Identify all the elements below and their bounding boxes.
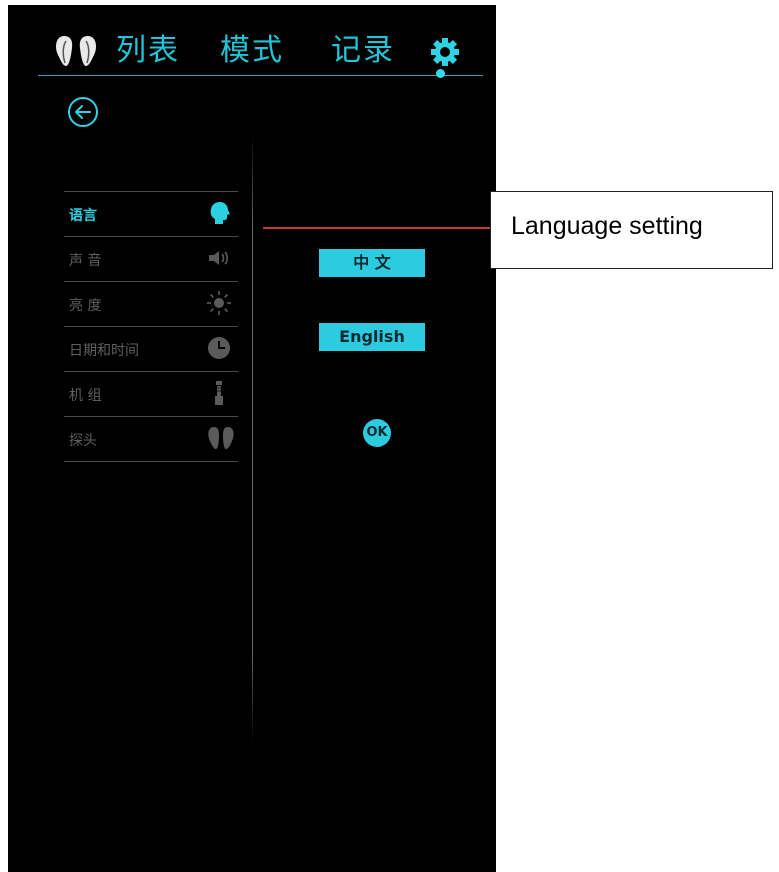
menu-item-sound[interactable]: 声 音 [64, 236, 238, 281]
tab-records[interactable]: 记录 [331, 31, 395, 71]
menu-item-unit[interactable]: 机 组 [64, 371, 238, 416]
menu-item-brightness[interactable]: 亮 度 [64, 281, 238, 326]
clock-icon [208, 337, 230, 359]
menu-item-label: 日期和时间 [69, 343, 139, 359]
gear-icon[interactable] [430, 37, 460, 67]
callout-pointer-line [263, 227, 491, 229]
menu-item-language[interactable]: 语言 [64, 191, 238, 236]
unit-icon [215, 381, 223, 405]
tab-list[interactable]: 列表 [116, 31, 180, 71]
menu-item-label: 亮 度 [69, 298, 102, 314]
device-screen: 列表 模式 记录 语言 声 音 亮 度 日期和时间 机 组 探头 中 文 Eng… [8, 5, 496, 872]
menu-item-label: 声 音 [69, 253, 102, 269]
settings-menu: 语言 声 音 亮 度 日期和时间 机 组 探头 [64, 191, 238, 462]
menu-item-label: 语言 [69, 208, 97, 224]
nav-underline [38, 75, 483, 76]
chinese-language-button[interactable]: 中 文 [319, 249, 425, 277]
back-arrow-icon[interactable] [66, 95, 100, 129]
menu-item-date-time[interactable]: 日期和时间 [64, 326, 238, 371]
callout-box: Language setting [490, 191, 773, 269]
menu-item-label: 机 组 [69, 388, 102, 404]
vertical-divider [252, 133, 253, 743]
sun-icon [207, 291, 231, 315]
speaker-icon [209, 251, 229, 265]
tab-mode[interactable]: 模式 [220, 31, 284, 71]
probes-icon[interactable] [52, 33, 102, 69]
probe-icon [208, 427, 234, 449]
menu-item-label: 探头 [69, 433, 97, 449]
nav-indicator-dot [436, 69, 445, 78]
callout-label: Language setting [511, 212, 703, 240]
english-language-button[interactable]: English [319, 323, 425, 351]
menu-item-probe[interactable]: 探头 [64, 416, 238, 462]
head-icon [210, 202, 230, 224]
ok-button[interactable]: OK [363, 419, 391, 447]
